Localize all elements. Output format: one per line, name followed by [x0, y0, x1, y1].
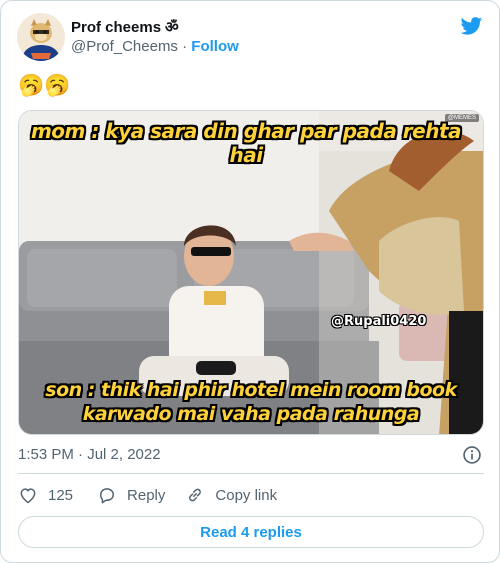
copy-link-label: Copy link: [215, 486, 278, 504]
like-count: 125: [48, 486, 74, 504]
divider: [18, 473, 484, 474]
tweet-actions-bar: 125 Reply Copy link: [18, 485, 277, 505]
meme-top-caption: mom : kya sara din ghar par pada rehta h…: [30, 119, 462, 167]
author-handle-row: @Prof_Cheems · Follow: [71, 38, 239, 55]
tweet-media-image[interactable]: mom : kya sara din ghar par pada rehta h…: [18, 110, 484, 435]
tweet-card: Prof cheems ॐ @Prof_Cheems · Follow 🥱🥱 m…: [0, 0, 500, 563]
tweet-text: 🥱🥱: [18, 74, 71, 97]
reply-button[interactable]: Reply: [97, 485, 165, 505]
author-name-row[interactable]: Prof cheems ॐ: [71, 16, 179, 38]
read-replies-button[interactable]: Read 4 replies: [18, 516, 484, 548]
like-button[interactable]: 125: [18, 485, 73, 505]
reply-bubble-icon: [100, 488, 115, 504]
avatar[interactable]: [17, 13, 65, 61]
meme-corner-tag: @MEMES: [444, 114, 479, 122]
meme-bottom-caption: son : thik hai phir hotel mein room book…: [45, 379, 457, 425]
twitter-bird-icon[interactable]: [459, 15, 484, 37]
author-display-name[interactable]: Prof cheems: [71, 19, 161, 36]
link-icon: [189, 488, 202, 502]
heart-icon: [20, 488, 36, 504]
tweet-timestamp[interactable]: 1:53 PM · Jul 2, 2022: [18, 446, 161, 463]
info-icon[interactable]: [462, 445, 482, 465]
copy-link-button[interactable]: Copy link: [185, 485, 277, 505]
meme-watermark: @Rupali0420: [331, 314, 427, 329]
follow-button[interactable]: Follow: [191, 38, 239, 55]
om-badge: ॐ: [165, 19, 179, 36]
handle-separator: ·: [182, 38, 188, 55]
reply-label: Reply: [127, 486, 166, 504]
author-handle[interactable]: @Prof_Cheems: [71, 38, 178, 55]
